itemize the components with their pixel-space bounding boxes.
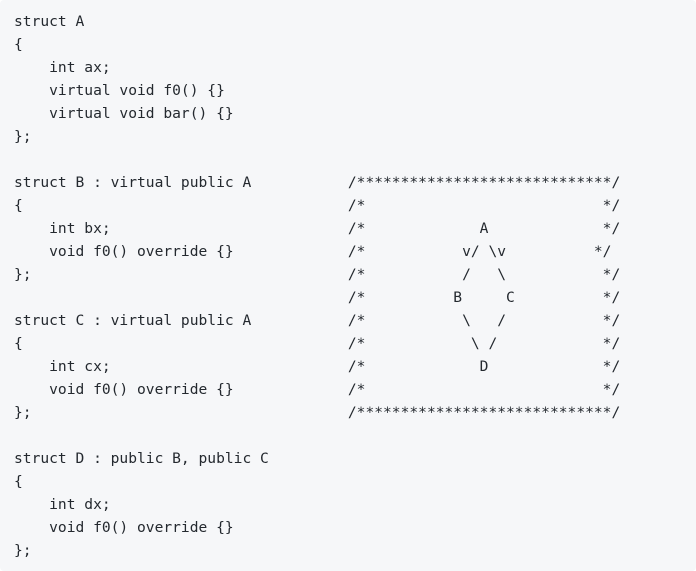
code-line: /* B C */ — [14, 289, 621, 306]
code-line: int dx; — [14, 496, 111, 513]
code-listing: struct A { int ax; virtual void f0() {} v… — [14, 10, 682, 562]
code-line: }; — [14, 542, 32, 559]
code-line: }; — [14, 128, 32, 145]
code-line: virtual void f0() {} — [14, 82, 225, 99]
code-block: struct A { int ax; virtual void f0() {} v… — [0, 0, 696, 571]
code-line: int bx; /* A */ — [14, 220, 621, 237]
code-line: }; /*****************************/ — [14, 404, 621, 421]
code-line: void f0() override {} /* v/ \v */ — [14, 243, 612, 260]
code-line: int ax; — [14, 59, 111, 76]
code-line: int cx; /* D */ — [14, 358, 621, 375]
code-line: struct B : virtual public A /***********… — [14, 174, 621, 191]
code-line: { /* */ — [14, 197, 621, 214]
code-line: { — [14, 473, 23, 490]
code-line: struct C : virtual public A /* \ / */ — [14, 312, 621, 329]
code-line: struct A — [14, 13, 85, 30]
code-line: { — [14, 36, 23, 53]
code-line: virtual void bar() {} — [14, 105, 234, 122]
code-line: }; /* / \ */ — [14, 266, 621, 283]
code-line: void f0() override {} /* */ — [14, 381, 621, 398]
code-line: { /* \ / */ — [14, 335, 621, 352]
code-line: struct D : public B, public C — [14, 450, 269, 467]
code-line: void f0() override {} — [14, 519, 234, 536]
